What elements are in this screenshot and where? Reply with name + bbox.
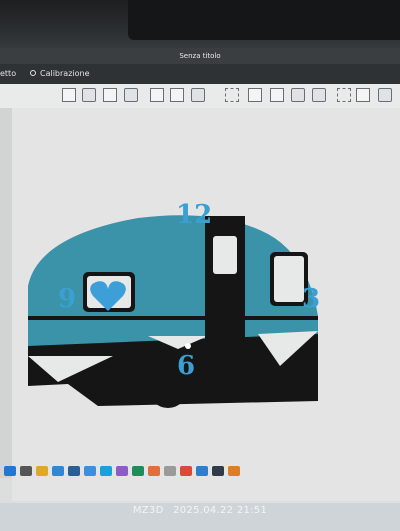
clock-number-12: 12 [176,200,213,230]
timestamp-label: 2025.04.22 21:51 [173,505,268,516]
right-window-glass [274,256,304,302]
trim-band [28,316,318,320]
align-icon[interactable] [291,88,305,102]
menu-item-calibrazione[interactable]: Calibrazione [40,69,90,78]
clock-number-9: 9 [58,284,77,314]
paste-icon[interactable] [170,88,184,102]
folder-icon[interactable] [52,466,64,476]
clock-number-6: 6 [177,351,196,381]
file-explorer-icon[interactable] [36,466,48,476]
window-titlebar: Senza titolo [0,48,400,64]
monitor-shadow [128,0,400,40]
edge-icon[interactable] [132,466,144,476]
rotate-icon[interactable] [248,88,262,102]
clock-number-3: 3 [302,284,321,314]
layers-icon[interactable] [191,88,205,102]
calibration-gear-icon [30,70,36,76]
photo-watermark: MZ3D 2025.04.22 21:51 [0,505,400,516]
copy-icon[interactable] [150,88,164,102]
toolbar [0,84,400,109]
door-window [213,236,237,274]
image-icon[interactable] [103,88,117,102]
shape-icon[interactable] [337,88,351,102]
frame-icon[interactable] [378,88,392,102]
distribute-icon[interactable] [312,88,326,102]
settings-icon[interactable] [164,466,176,476]
menu-bar: etto Calibrazione [0,64,400,84]
browser-icon[interactable] [100,466,112,476]
screen: Senza titolo etto Calibrazione 12 3 6 9 [0,48,400,531]
menu-item-progetto[interactable]: etto [0,69,16,78]
store-icon[interactable] [68,466,80,476]
search-icon[interactable] [20,466,32,476]
start-icon[interactable] [4,466,16,476]
cube-icon[interactable] [356,88,370,102]
app-icon[interactable] [116,466,128,476]
clock-center [185,343,191,349]
scale-icon[interactable] [270,88,284,102]
move-icon[interactable] [225,88,239,102]
mail-icon[interactable] [84,466,96,476]
new-layer-icon[interactable] [62,88,76,102]
left-side-panel [0,108,12,478]
grid-icon[interactable] [82,88,96,102]
photos-icon[interactable] [148,466,160,476]
device-label: MZ3D [132,505,164,516]
table-icon[interactable] [124,88,138,102]
vscode-icon[interactable] [196,466,208,476]
window-title: Senza titolo [179,52,221,60]
app-icon-2[interactable] [228,466,240,476]
chrome-icon[interactable] [180,466,192,476]
steam-icon[interactable] [212,466,224,476]
